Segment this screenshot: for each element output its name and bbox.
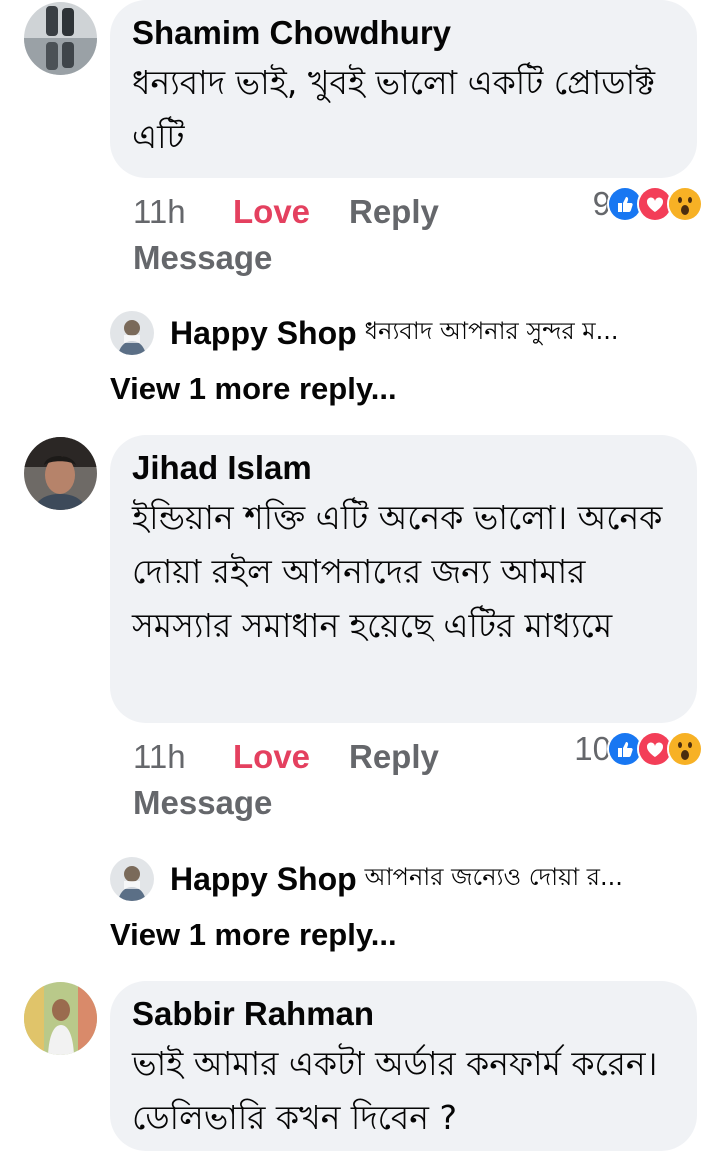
reply-button[interactable]: Reply (349, 737, 439, 777)
wow-icon (667, 731, 703, 767)
comment-time: 11h (133, 738, 186, 775)
comment-author[interactable]: Shamim Chowdhury (132, 12, 675, 54)
reply-preview[interactable]: Happy Shop ধন্যবাদ আপনার সুন্দর ম... (110, 309, 710, 357)
wow-icon (667, 186, 703, 222)
comment-text: ধন্যবাদ ভাই, খুবই ভালো একটি প্রোডাক্ট এট… (132, 63, 656, 156)
reaction-summary[interactable]: 10 (574, 729, 703, 769)
comment-actions: 11h Love Reply Message 9 (133, 185, 703, 302)
page-avatar[interactable] (110, 311, 154, 355)
view-more-replies[interactable]: View 1 more reply... (110, 915, 397, 955)
comment-bubble: Jihad Islam ইন্ডিয়ান শক্তি এটি অনেক ভাল… (110, 435, 697, 723)
avatar[interactable] (24, 2, 97, 75)
comment-actions: 11h Love Reply Message 10 (133, 730, 703, 847)
reply-author[interactable]: Happy Shop (170, 861, 357, 898)
love-button[interactable]: Love (233, 192, 310, 232)
comment-text: ইন্ডিয়ান শক্তি এটি অনেক ভালো। অনেক দোয়… (132, 498, 663, 645)
message-button[interactable]: Message (133, 238, 272, 278)
reaction-summary[interactable]: 9 (593, 184, 703, 224)
comment-author[interactable]: Jihad Islam (132, 447, 675, 489)
message-button[interactable]: Message (133, 783, 272, 823)
reaction-count: 10 (574, 730, 611, 767)
comment-time: 11h (133, 193, 186, 230)
avatar[interactable] (24, 437, 97, 510)
comment-bubble: Shamim Chowdhury ধন্যবাদ ভাই, খুবই ভালো … (110, 0, 697, 178)
reply-snippet: ধন্যবাদ আপনার সুন্দর ম... (364, 317, 619, 345)
comment-author[interactable]: Sabbir Rahman (132, 993, 675, 1035)
reply-button[interactable]: Reply (349, 192, 439, 232)
reply-snippet: আপনার জন্যেও দোয়া র... (364, 863, 623, 891)
avatar[interactable] (24, 982, 97, 1055)
reply-author[interactable]: Happy Shop (170, 315, 357, 352)
comment-text: ভাই আমার একটা অর্ডার কনফার্ম করেন। ডেলিভ… (132, 1044, 658, 1137)
comment-bubble: Sabbir Rahman ভাই আমার একটা অর্ডার কনফার… (110, 981, 697, 1151)
page-avatar[interactable] (110, 857, 154, 901)
reply-preview[interactable]: Happy Shop আপনার জন্যেও দোয়া র... (110, 855, 710, 903)
view-more-replies[interactable]: View 1 more reply... (110, 369, 397, 409)
love-button[interactable]: Love (233, 737, 310, 777)
